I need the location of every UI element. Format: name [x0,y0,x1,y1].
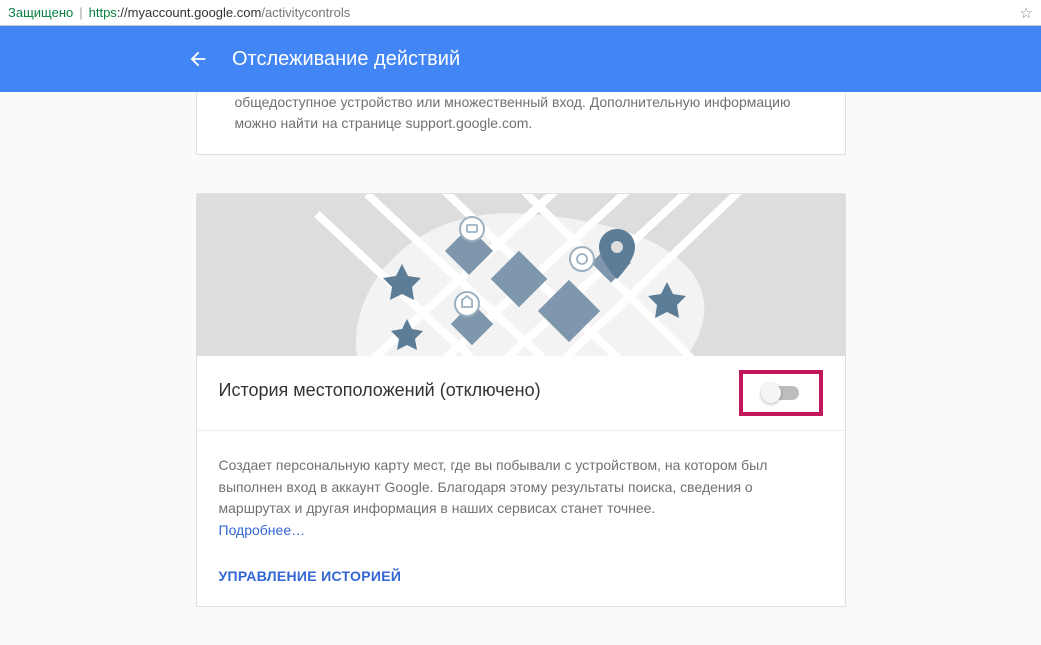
toggle-knob [761,383,781,403]
info-card-partial: общедоступное устройство или множественн… [196,92,846,155]
url-host: ://myaccount.google.com [117,5,262,20]
manage-history-button[interactable]: УПРАВЛЕНИЕ ИСТОРИЕЙ [219,568,823,584]
content-area: общедоступное устройство или множественн… [0,92,1041,645]
location-history-body: Создает персональную карту мест, где вы … [197,431,845,606]
url-text[interactable]: https://myaccount.google.com/activitycon… [89,5,351,20]
location-history-header: История местоположений (отключено) [197,356,845,430]
info-card-text: общедоступное устройство или множественн… [197,92,845,154]
location-history-description: Создает персональную карту мест, где вы … [219,455,823,520]
address-separator: | [79,5,82,20]
learn-more-link[interactable]: Подробнее… [219,522,306,538]
location-history-title: История местоположений (отключено) [219,380,541,401]
bookmark-star-icon[interactable]: ☆ [1020,4,1033,22]
secure-label: Защищено [8,5,73,20]
back-button[interactable] [186,47,210,71]
page-title: Отслеживание действий [232,48,460,71]
map-illustration [197,194,845,356]
url-path: /activitycontrols [261,5,350,20]
arrow-left-icon [187,48,209,70]
toggle-highlight-box [739,370,823,416]
page-header: Отслеживание действий [0,26,1041,92]
url-protocol: https [89,5,117,20]
browser-address-bar: Защищено | https://myaccount.google.com/… [0,0,1041,26]
location-history-toggle[interactable] [763,386,799,400]
location-history-card: История местоположений (отключено) Созда… [196,193,846,607]
